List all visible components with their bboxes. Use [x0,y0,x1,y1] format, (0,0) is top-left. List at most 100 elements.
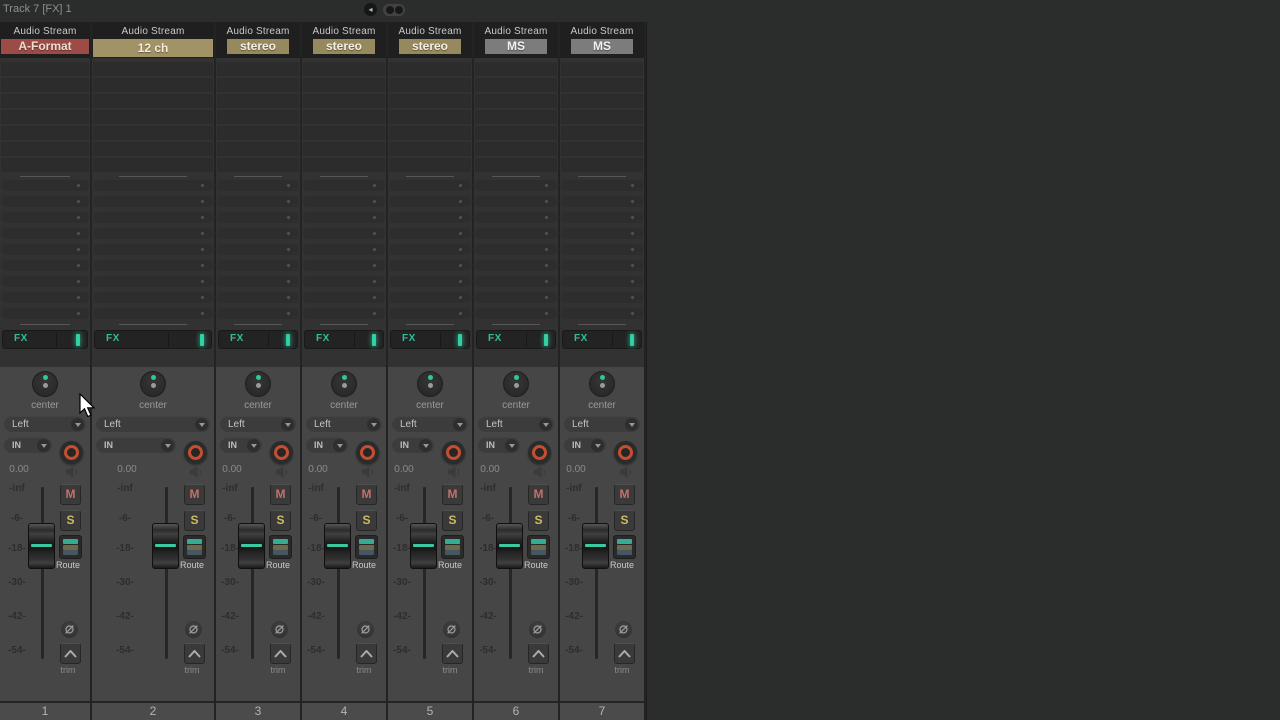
fx-slot-empty[interactable] [389,158,471,172]
send-slot-empty[interactable] [561,260,643,271]
send-slot-empty[interactable] [389,260,471,271]
fx-slot-empty[interactable] [1,78,89,92]
solo-button[interactable]: S [60,510,81,531]
track-number[interactable]: 4 [302,703,386,720]
send-slot-empty[interactable] [1,276,89,287]
fx-slot-empty[interactable] [475,110,557,124]
route-button[interactable] [59,535,82,559]
speaker-icon[interactable] [445,465,463,483]
fx-slot-empty[interactable] [1,126,89,140]
fx-slot-empty[interactable] [303,126,385,140]
fx-chain-button[interactable]: FX [390,330,470,349]
send-slot-empty[interactable] [93,212,213,223]
fx-slot-empty[interactable] [1,94,89,108]
route-button[interactable] [183,535,206,559]
trim-knob[interactable] [184,643,205,664]
fader-track[interactable] [595,487,598,659]
track-number[interactable]: 5 [388,703,472,720]
track-number[interactable]: 7 [560,703,644,720]
send-slot-empty[interactable] [1,180,89,191]
chevron-down-icon[interactable] [591,439,604,452]
fx-slot-empty[interactable] [217,126,299,140]
fx-chain-button[interactable]: FX [218,330,298,349]
pan-knob[interactable] [417,371,443,397]
fx-chain-button[interactable]: FX [476,330,556,349]
chevron-down-icon[interactable] [539,418,552,431]
send-slot-empty[interactable] [217,276,299,287]
fx-slot-empty[interactable] [303,78,385,92]
record-arm-button[interactable] [60,441,83,464]
fx-slot-empty[interactable] [561,158,643,172]
fx-slot-empty[interactable] [475,62,557,76]
speaker-icon[interactable] [63,465,81,483]
fx-slot-empty[interactable] [93,94,213,108]
fx-slot-empty[interactable] [389,62,471,76]
send-slot-empty[interactable] [389,308,471,319]
send-slot-empty[interactable] [303,212,385,223]
chevron-down-icon[interactable] [247,439,260,452]
record-arm-button[interactable] [442,441,465,464]
fx-enabled-led[interactable] [630,334,634,346]
send-slot-empty[interactable] [217,292,299,303]
send-slot-empty[interactable] [475,180,557,191]
fx-slot-empty[interactable] [217,142,299,156]
track-header[interactable]: Audio Stream stereo [302,22,386,58]
send-slot-empty[interactable] [1,292,89,303]
send-slot-empty[interactable] [561,196,643,207]
send-slot-empty[interactable] [1,212,89,223]
pan-knob[interactable] [32,371,58,397]
chevron-down-icon[interactable] [333,439,346,452]
fx-slot-empty[interactable] [561,110,643,124]
track-number[interactable]: 2 [92,703,214,720]
send-slot-empty[interactable] [93,276,213,287]
chevron-down-icon[interactable] [505,439,518,452]
route-button[interactable] [269,535,292,559]
send-slot-empty[interactable] [303,292,385,303]
trim-knob[interactable] [614,643,635,664]
record-arm-button[interactable] [614,441,637,464]
route-button[interactable] [441,535,464,559]
send-slot-empty[interactable] [561,244,643,255]
send-slot-empty[interactable] [475,292,557,303]
mute-button[interactable]: M [356,484,377,505]
fx-slot-empty[interactable] [217,78,299,92]
trim-knob[interactable] [528,643,549,664]
send-slot-empty[interactable] [303,180,385,191]
fx-slot-empty[interactable] [475,158,557,172]
send-slot-empty[interactable] [1,260,89,271]
send-slot-empty[interactable] [303,260,385,271]
mute-button[interactable]: M [270,484,291,505]
fx-slot-empty[interactable] [389,126,471,140]
send-slot-empty[interactable] [303,244,385,255]
fx-enabled-led[interactable] [544,334,548,346]
send-slot-empty[interactable] [217,180,299,191]
route-button[interactable] [527,535,550,559]
pan-knob[interactable] [589,371,615,397]
speaker-icon[interactable] [617,465,635,483]
fx-enabled-led[interactable] [76,334,80,346]
fx-slot-empty[interactable] [389,110,471,124]
fx-slot-empty[interactable] [475,126,557,140]
fx-slot-empty[interactable] [303,94,385,108]
send-slot-empty[interactable] [303,228,385,239]
chevron-down-icon[interactable] [71,418,84,431]
fx-slot-empty[interactable] [561,126,643,140]
fx-enabled-led[interactable] [286,334,290,346]
send-slot-empty[interactable] [389,228,471,239]
fx-slot-empty[interactable] [561,62,643,76]
send-slot-empty[interactable] [217,196,299,207]
fx-slot-empty[interactable] [389,78,471,92]
chevron-down-icon[interactable] [281,418,294,431]
pan-knob[interactable] [331,371,357,397]
phase-invert-button[interactable] [357,621,374,638]
fx-slot-empty[interactable] [303,62,385,76]
fx-slot-empty[interactable] [93,158,213,172]
pan-knob[interactable] [503,371,529,397]
phase-invert-button[interactable] [185,621,202,638]
fader-track[interactable] [337,487,340,659]
send-slot-empty[interactable] [389,244,471,255]
send-slot-empty[interactable] [561,180,643,191]
fx-slot-empty[interactable] [475,78,557,92]
send-slot-empty[interactable] [303,308,385,319]
fx-slot-empty[interactable] [475,142,557,156]
